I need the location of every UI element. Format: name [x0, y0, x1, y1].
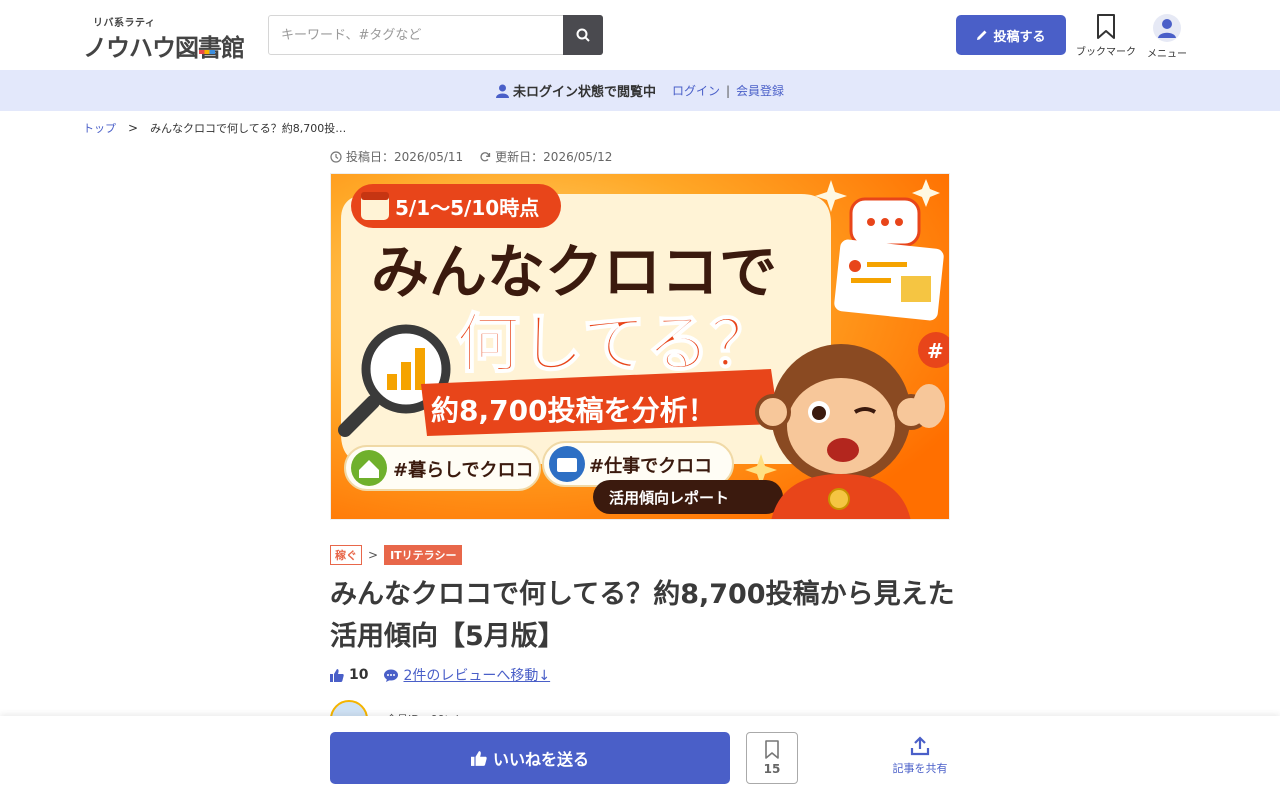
user-icon [495, 84, 509, 98]
article-dates: 投稿日：2026/05/11 更新日：2026/05/12 [330, 148, 628, 165]
bookmark-count: 15 [763, 762, 781, 776]
like-count-value: 10 [349, 667, 369, 683]
thumbs-up-icon [330, 668, 344, 682]
thumbs-up-icon [470, 750, 487, 766]
post-button[interactable]: 投稿する [956, 15, 1066, 55]
bookmark-button[interactable]: 15 [746, 732, 798, 784]
post-button-label: 投稿する [993, 29, 1046, 45]
banner-separator: | [725, 83, 731, 98]
send-like-button[interactable]: いいねを送る [330, 732, 730, 784]
updated-date: 更新日：2026/05/12 [479, 148, 612, 165]
header-bookmark-button[interactable]: ブックマーク [1071, 14, 1141, 58]
category-separator: > [368, 548, 379, 562]
user-icon [1153, 14, 1181, 42]
login-status-text: 未ログイン状態で閲覧中 [512, 85, 656, 100]
login-status: 未ログイン状態で閲覧中 [495, 81, 656, 100]
refresh-icon [480, 151, 491, 161]
hero-report: 活用傾向レポート [609, 489, 729, 507]
posted-date-text: 投稿日：2026/05/11 [346, 150, 464, 164]
logo-title: ノウハウ図書館 [83, 34, 245, 62]
share-label: 記事を共有 [892, 762, 948, 775]
bookmark-label: ブックマーク [1076, 47, 1136, 58]
pencil-icon [977, 30, 987, 40]
category-tag[interactable]: 稼ぐ [330, 545, 362, 565]
search-box [268, 15, 603, 55]
breadcrumb-top[interactable]: トップ [83, 120, 116, 136]
bookmark-icon [765, 740, 779, 759]
article-categories: 稼ぐ > ITリテラシー [330, 545, 463, 565]
login-status-banner: 未ログイン状態で閲覧中 ログイン | 会員登録 [0, 70, 1280, 111]
subcategory-tag[interactable]: ITリテラシー [384, 545, 463, 565]
breadcrumb-arrow: > [128, 121, 139, 135]
search-input[interactable] [269, 16, 564, 54]
posted-date: 投稿日：2026/05/11 [330, 148, 463, 165]
updated-date-text: 更新日：2026/05/12 [495, 150, 613, 164]
article-hero-image: 5/1〜5/10時点 みんなクロコで 何してる？ 約8,700投稿を分析！ #暮… [330, 173, 950, 520]
hero-tag-1: #暮らしでクロコ [393, 460, 534, 481]
like-count: 10 [330, 667, 368, 683]
search-button[interactable] [563, 15, 603, 55]
share-icon [910, 736, 930, 756]
site-logo[interactable]: リバ系ラティ ノウハウ図書館 [83, 14, 253, 62]
search-icon [576, 28, 590, 42]
article-stats: 10 2件のレビューへ移動↓ [330, 665, 550, 685]
send-like-label: いいねを送る [492, 750, 589, 769]
hero-subline: 約8,700投稿を分析！ [431, 394, 716, 427]
header-menu-button[interactable]: メニュー [1132, 14, 1202, 60]
review-link-text: 2件のレビューへ移動↓ [403, 668, 551, 684]
article-title: みんなクロコで何してる？約8,700投稿から見えた活用傾向【5月版】 [330, 579, 955, 652]
hero-illustration: 5/1〜5/10時点 みんなクロコで 何してる？ 約8,700投稿を分析！ #暮… [331, 174, 949, 519]
breadcrumb-current: みんなクロコで何してる？約8,700投… [150, 122, 347, 135]
logo-color-bars [199, 50, 215, 54]
clock-icon [330, 150, 342, 163]
svg-text:#: # [927, 339, 944, 363]
hero-headline-1: みんなクロコで [371, 238, 777, 306]
bookmark-icon [1097, 14, 1115, 39]
chat-icon [384, 669, 399, 682]
site-header: リバ系ラティ ノウハウ図書館 投稿する ブックマーク メニュー [0, 0, 1280, 70]
breadcrumb: トップ > みんなクロコで何してる？約8,700投… [83, 120, 346, 136]
hero-headline-2: 何してる？ [456, 308, 774, 382]
register-link[interactable]: 会員登録 [736, 82, 784, 99]
hero-tag-2: #仕事でクロコ [589, 455, 712, 477]
menu-label: メニュー [1147, 49, 1187, 60]
logo-subtitle: リバ系ラティ [93, 18, 156, 29]
bottom-action-bar: いいねを送る 15 記事を共有 [0, 716, 1280, 800]
share-button[interactable]: 記事を共有 [880, 736, 960, 776]
login-link[interactable]: ログイン [672, 82, 720, 99]
review-link[interactable]: 2件のレビューへ移動↓ [384, 665, 550, 685]
hero-period: 5/1〜5/10時点 [395, 196, 539, 220]
